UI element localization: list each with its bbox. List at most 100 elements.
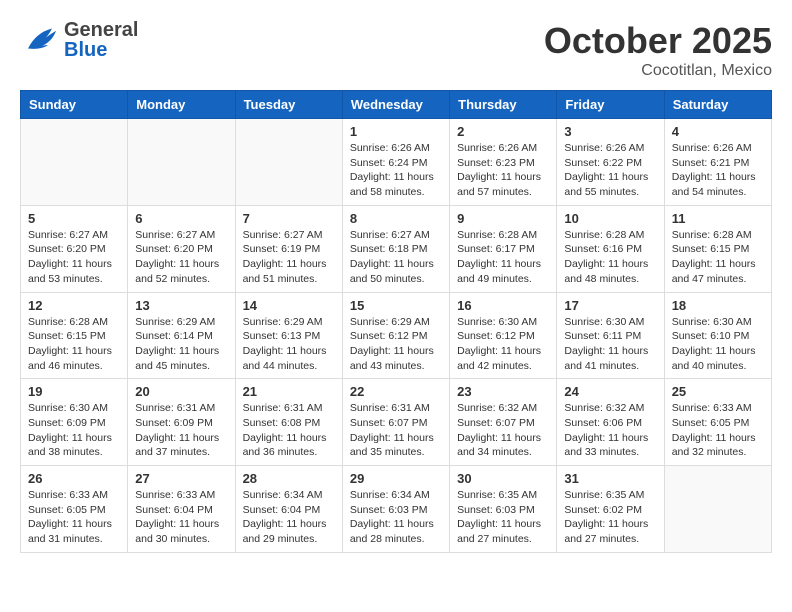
- day-info: Sunrise: 6:31 AM Sunset: 6:09 PM Dayligh…: [135, 401, 227, 460]
- day-number: 10: [564, 211, 656, 226]
- day-info: Sunrise: 6:34 AM Sunset: 6:03 PM Dayligh…: [350, 488, 442, 547]
- day-info: Sunrise: 6:28 AM Sunset: 6:15 PM Dayligh…: [672, 228, 764, 287]
- day-info: Sunrise: 6:29 AM Sunset: 6:12 PM Dayligh…: [350, 315, 442, 374]
- location-subtitle: Cocotitlan, Mexico: [544, 62, 772, 80]
- day-info: Sunrise: 6:34 AM Sunset: 6:04 PM Dayligh…: [243, 488, 335, 547]
- day-number: 15: [350, 298, 442, 313]
- day-info: Sunrise: 6:27 AM Sunset: 6:20 PM Dayligh…: [28, 228, 120, 287]
- day-number: 18: [672, 298, 764, 313]
- calendar-week-4: 19 Sunrise: 6:30 AM Sunset: 6:09 PM Dayli…: [21, 379, 772, 466]
- day-number: 14: [243, 298, 335, 313]
- calendar-cell: [128, 119, 235, 206]
- day-number: 3: [564, 124, 656, 139]
- calendar-cell: 18Sunrise: 6:30 AM Sunset: 6:10 PM Dayli…: [664, 292, 771, 379]
- day-info: Sunrise: 6:35 AM Sunset: 6:03 PM Dayligh…: [457, 488, 549, 547]
- title-block: October 2025 Cocotitlan, Mexico: [544, 20, 772, 80]
- calendar-cell: 12 Sunrise: 6:28 AM Sunset: 6:15 PM Dayli…: [21, 292, 128, 379]
- calendar-week-3: 12 Sunrise: 6:28 AM Sunset: 6:15 PM Dayli…: [21, 292, 772, 379]
- calendar-cell: 4Sunrise: 6:26 AM Sunset: 6:21 PM Daylig…: [664, 119, 771, 206]
- calendar-cell: 13 Sunrise: 6:29 AM Sunset: 6:14 PM Dayli…: [128, 292, 235, 379]
- calendar-week-2: 5 Sunrise: 6:27 AM Sunset: 6:20 PM Daylig…: [21, 205, 772, 292]
- weekday-header-wednesday: Wednesday: [342, 91, 449, 119]
- calendar-cell: 19 Sunrise: 6:30 AM Sunset: 6:09 PM Dayli…: [21, 379, 128, 466]
- calendar-cell: 11 Sunrise: 6:28 AM Sunset: 6:15 PM Dayli…: [664, 205, 771, 292]
- day-number: 21: [243, 384, 335, 399]
- day-number: 8: [350, 211, 442, 226]
- day-number: 1: [350, 124, 442, 139]
- calendar-cell: 9 Sunrise: 6:28 AM Sunset: 6:17 PM Daylig…: [450, 205, 557, 292]
- day-info: Sunrise: 6:27 AM Sunset: 6:19 PM Dayligh…: [243, 228, 335, 287]
- day-info: Sunrise: 6:28 AM Sunset: 6:17 PM Dayligh…: [457, 228, 549, 287]
- day-number: 2: [457, 124, 549, 139]
- calendar-cell: 5 Sunrise: 6:27 AM Sunset: 6:20 PM Daylig…: [21, 205, 128, 292]
- day-info: Sunrise: 6:26 AM Sunset: 6:22 PM Dayligh…: [564, 141, 656, 200]
- calendar-cell: 17 Sunrise: 6:30 AM Sunset: 6:11 PM Dayli…: [557, 292, 664, 379]
- day-info: Sunrise: 6:27 AM Sunset: 6:18 PM Dayligh…: [350, 228, 442, 287]
- logo-text: General Blue: [64, 20, 138, 60]
- day-number: 29: [350, 471, 442, 486]
- day-info: Sunrise: 6:30 AM Sunset: 6:11 PM Dayligh…: [564, 315, 656, 374]
- calendar-week-5: 26Sunrise: 6:33 AM Sunset: 6:05 PM Dayli…: [21, 466, 772, 553]
- logo-icon: [20, 23, 60, 58]
- day-info: Sunrise: 6:26 AM Sunset: 6:21 PM Dayligh…: [672, 141, 764, 200]
- calendar-cell: 26Sunrise: 6:33 AM Sunset: 6:05 PM Dayli…: [21, 466, 128, 553]
- calendar-table: SundayMondayTuesdayWednesdayThursdayFrid…: [20, 90, 772, 553]
- calendar-cell: [235, 119, 342, 206]
- calendar-cell: 30Sunrise: 6:35 AM Sunset: 6:03 PM Dayli…: [450, 466, 557, 553]
- calendar-cell: 7 Sunrise: 6:27 AM Sunset: 6:19 PM Daylig…: [235, 205, 342, 292]
- day-number: 17: [564, 298, 656, 313]
- calendar-week-1: 1Sunrise: 6:26 AM Sunset: 6:24 PM Daylig…: [21, 119, 772, 206]
- logo: General Blue: [20, 20, 138, 60]
- month-title: October 2025: [544, 20, 772, 62]
- day-number: 31: [564, 471, 656, 486]
- calendar-cell: [21, 119, 128, 206]
- calendar-cell: 6Sunrise: 6:27 AM Sunset: 6:20 PM Daylig…: [128, 205, 235, 292]
- calendar-cell: 10Sunrise: 6:28 AM Sunset: 6:16 PM Dayli…: [557, 205, 664, 292]
- calendar-cell: 24 Sunrise: 6:32 AM Sunset: 6:06 PM Dayli…: [557, 379, 664, 466]
- day-number: 9: [457, 211, 549, 226]
- day-info: Sunrise: 6:29 AM Sunset: 6:14 PM Dayligh…: [135, 315, 227, 374]
- day-info: Sunrise: 6:31 AM Sunset: 6:08 PM Dayligh…: [243, 401, 335, 460]
- calendar-cell: 3 Sunrise: 6:26 AM Sunset: 6:22 PM Daylig…: [557, 119, 664, 206]
- calendar-cell: 20Sunrise: 6:31 AM Sunset: 6:09 PM Dayli…: [128, 379, 235, 466]
- calendar-cell: 2Sunrise: 6:26 AM Sunset: 6:23 PM Daylig…: [450, 119, 557, 206]
- day-number: 27: [135, 471, 227, 486]
- logo-general-text: General: [64, 20, 138, 40]
- day-number: 22: [350, 384, 442, 399]
- day-number: 6: [135, 211, 227, 226]
- day-info: Sunrise: 6:32 AM Sunset: 6:06 PM Dayligh…: [564, 401, 656, 460]
- weekday-header-friday: Friday: [557, 91, 664, 119]
- day-number: 13: [135, 298, 227, 313]
- day-number: 12: [28, 298, 120, 313]
- weekday-header-saturday: Saturday: [664, 91, 771, 119]
- calendar-cell: 15 Sunrise: 6:29 AM Sunset: 6:12 PM Dayli…: [342, 292, 449, 379]
- weekday-header-tuesday: Tuesday: [235, 91, 342, 119]
- day-info: Sunrise: 6:30 AM Sunset: 6:09 PM Dayligh…: [28, 401, 120, 460]
- logo-blue-text: Blue: [64, 40, 138, 60]
- calendar-cell: 27Sunrise: 6:33 AM Sunset: 6:04 PM Dayli…: [128, 466, 235, 553]
- day-info: Sunrise: 6:28 AM Sunset: 6:15 PM Dayligh…: [28, 315, 120, 374]
- day-number: 28: [243, 471, 335, 486]
- calendar-cell: 22 Sunrise: 6:31 AM Sunset: 6:07 PM Dayli…: [342, 379, 449, 466]
- day-number: 24: [564, 384, 656, 399]
- day-info: Sunrise: 6:33 AM Sunset: 6:05 PM Dayligh…: [28, 488, 120, 547]
- day-number: 25: [672, 384, 764, 399]
- calendar-cell: 31Sunrise: 6:35 AM Sunset: 6:02 PM Dayli…: [557, 466, 664, 553]
- weekday-header-sunday: Sunday: [21, 91, 128, 119]
- day-number: 19: [28, 384, 120, 399]
- calendar-cell: 8 Sunrise: 6:27 AM Sunset: 6:18 PM Daylig…: [342, 205, 449, 292]
- calendar-cell: 1Sunrise: 6:26 AM Sunset: 6:24 PM Daylig…: [342, 119, 449, 206]
- day-info: Sunrise: 6:31 AM Sunset: 6:07 PM Dayligh…: [350, 401, 442, 460]
- day-info: Sunrise: 6:33 AM Sunset: 6:05 PM Dayligh…: [672, 401, 764, 460]
- day-number: 11: [672, 211, 764, 226]
- page-header: General Blue October 2025 Cocotitlan, Me…: [20, 20, 772, 80]
- calendar-cell: 14 Sunrise: 6:29 AM Sunset: 6:13 PM Dayli…: [235, 292, 342, 379]
- day-number: 7: [243, 211, 335, 226]
- day-number: 5: [28, 211, 120, 226]
- weekday-header-monday: Monday: [128, 91, 235, 119]
- day-number: 16: [457, 298, 549, 313]
- calendar-cell: 28 Sunrise: 6:34 AM Sunset: 6:04 PM Dayli…: [235, 466, 342, 553]
- day-info: Sunrise: 6:29 AM Sunset: 6:13 PM Dayligh…: [243, 315, 335, 374]
- calendar-cell: 16Sunrise: 6:30 AM Sunset: 6:12 PM Dayli…: [450, 292, 557, 379]
- day-info: Sunrise: 6:32 AM Sunset: 6:07 PM Dayligh…: [457, 401, 549, 460]
